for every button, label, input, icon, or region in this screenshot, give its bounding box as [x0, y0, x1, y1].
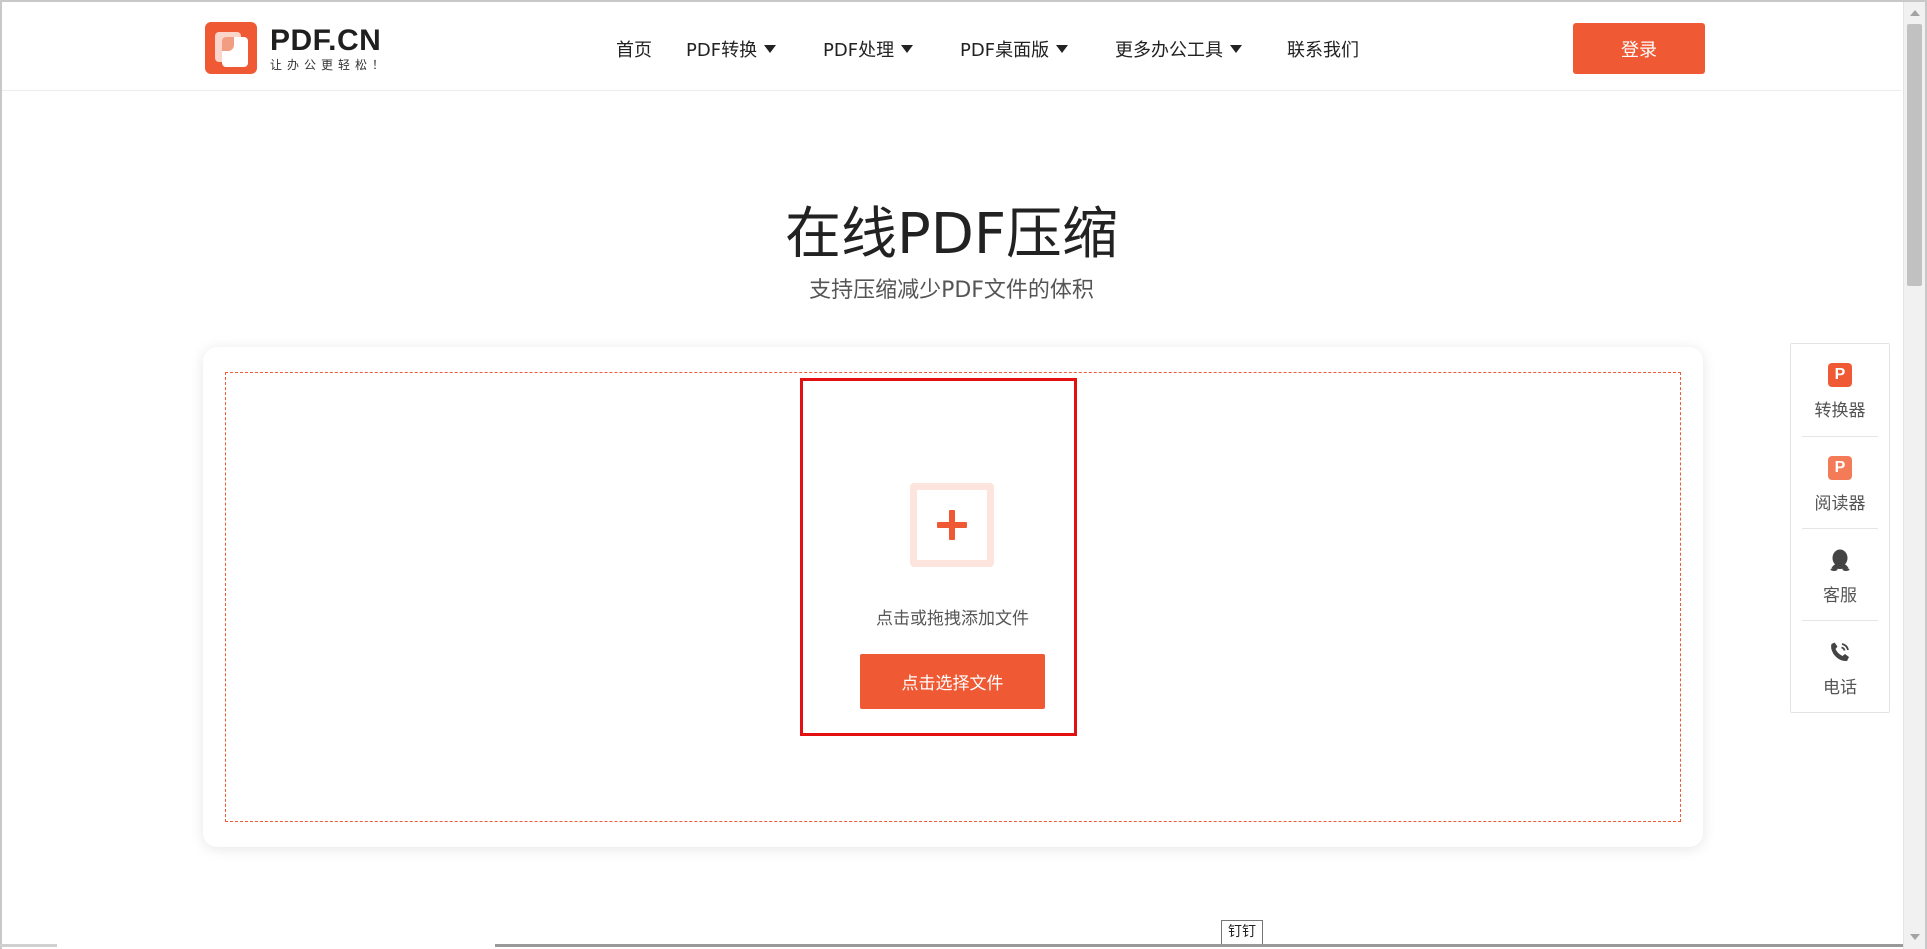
- caret-down-icon: [764, 45, 777, 53]
- sidebar-item-converter[interactable]: P 转换器: [1802, 344, 1878, 436]
- caret-down-icon: [1056, 45, 1069, 53]
- floating-sidebar: P 转换器 P 阅读器 客服 电话: [1790, 343, 1890, 713]
- caret-down-icon: [1230, 45, 1242, 53]
- sidebar-item-label: 阅读器: [1814, 494, 1866, 514]
- sidebar-item-label: 转换器: [1814, 401, 1866, 421]
- converter-app-icon: P: [1828, 363, 1852, 387]
- caret-down-icon: [901, 45, 914, 53]
- scroll-thumb[interactable]: [1907, 24, 1922, 286]
- qq-support-icon: [1828, 548, 1852, 572]
- page-subtitle: 支持压缩减少PDF文件的体积: [809, 278, 1094, 303]
- dropzone-hint: 点击或拖拽添加文件: [876, 609, 1029, 629]
- page-title: 在线PDF压缩: [784, 202, 1119, 267]
- phone-icon: [1828, 640, 1852, 664]
- scroll-down-arrow-icon[interactable]: [1910, 934, 1920, 940]
- choose-file-button[interactable]: 点击选择文件: [860, 654, 1045, 709]
- login-button[interactable]: 登录: [1573, 23, 1705, 74]
- nav-item-pdf-desktop[interactable]: PDF桌面版: [960, 36, 1069, 62]
- nav-item-pdf-process[interactable]: PDF处理: [823, 36, 914, 62]
- sidebar-item-reader[interactable]: P 阅读器: [1802, 437, 1878, 529]
- sidebar-item-support[interactable]: 客服: [1802, 529, 1878, 621]
- scroll-up-arrow-icon[interactable]: [1910, 10, 1920, 16]
- nav-item-label: 首页: [616, 40, 652, 61]
- reader-app-icon: P: [1828, 456, 1852, 480]
- nav-item-label: 联系我们: [1287, 40, 1359, 61]
- add-file-icon[interactable]: [910, 483, 994, 567]
- site-header: PDF.CN 让办公更轻松！ 首页 PDF转换 PDF处理 PDF桌面版 更多办…: [2, 2, 1901, 91]
- nav-item-more-tools[interactable]: 更多办公工具: [1115, 36, 1242, 62]
- sidebar-item-label: 电话: [1823, 678, 1857, 698]
- tooltip: 钉钉: [1221, 920, 1263, 945]
- page-scrollbar[interactable]: [1903, 2, 1925, 949]
- nav-item-label: PDF桌面版: [960, 40, 1050, 61]
- nav-item-home[interactable]: 首页: [616, 36, 652, 62]
- nav-item-contact[interactable]: 联系我们: [1287, 36, 1359, 62]
- nav-item-label: PDF转换: [686, 40, 758, 61]
- taskbar-edge: [0, 944, 1903, 947]
- nav-item-pdf-convert[interactable]: PDF转换: [686, 36, 777, 62]
- nav-item-label: PDF处理: [823, 40, 895, 61]
- nav-item-label: 更多办公工具: [1115, 40, 1223, 61]
- sidebar-item-phone[interactable]: 电话: [1802, 621, 1878, 713]
- sidebar-item-label: 客服: [1823, 586, 1857, 606]
